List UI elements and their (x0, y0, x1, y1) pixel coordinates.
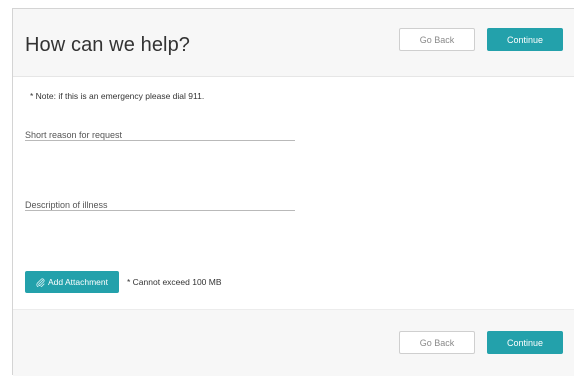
request-form-panel: How can we help? Go Back Continue * Note… (12, 8, 574, 376)
description-field (25, 195, 295, 213)
paperclip-icon (36, 278, 45, 287)
form-footer: Go Back Continue (13, 309, 574, 376)
page-title: How can we help? (25, 34, 191, 56)
description-input[interactable] (25, 197, 295, 213)
form-header: How can we help? Go Back Continue (13, 9, 574, 77)
attachment-size-note: * Cannot exceed 100 MB (127, 277, 222, 287)
continue-button-top[interactable]: Continue (487, 28, 563, 51)
continue-button-bottom[interactable]: Continue (487, 331, 563, 354)
go-back-button-top[interactable]: Go Back (399, 28, 475, 51)
add-attachment-button[interactable]: Add Attachment (25, 271, 119, 293)
go-back-button-bottom[interactable]: Go Back (399, 331, 475, 354)
emergency-note: * Note: if this is an emergency please d… (30, 91, 205, 101)
reason-field (25, 125, 295, 143)
reason-input[interactable] (25, 127, 295, 143)
add-attachment-label: Add Attachment (47, 277, 108, 287)
